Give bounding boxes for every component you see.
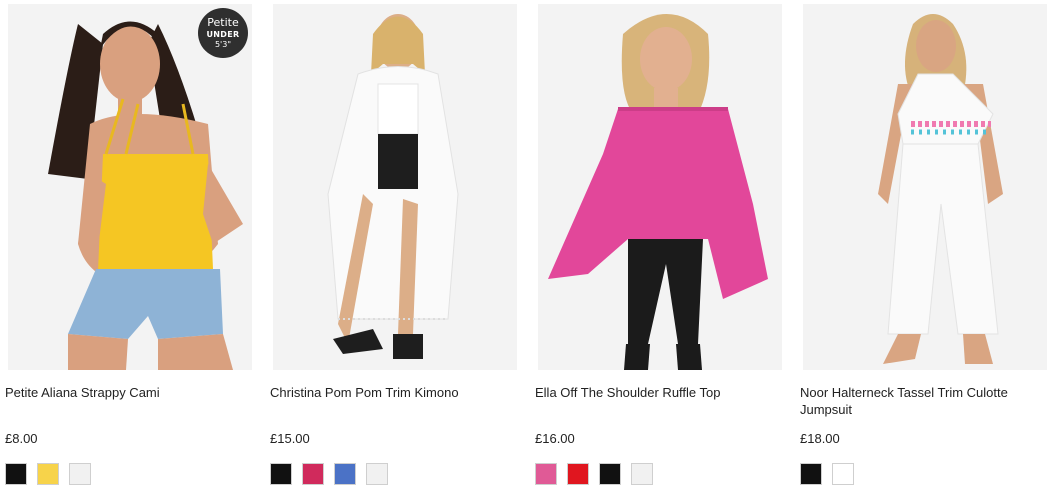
product-image[interactable] (273, 4, 517, 370)
product-image[interactable] (803, 4, 1047, 370)
color-swatch[interactable] (37, 463, 59, 485)
product-card: Christina Pom Pom Trim Kimono £15.00 (270, 0, 520, 492)
badge-text: 5'3" (214, 40, 232, 49)
product-price: £16.00 (535, 431, 575, 446)
model-photo-ruffle-top (538, 4, 782, 370)
color-swatches (5, 463, 101, 487)
petite-badge: Petite UNDER 5'3" (198, 8, 248, 58)
product-price: £8.00 (5, 431, 38, 446)
color-swatches (270, 463, 398, 487)
color-swatches (535, 463, 663, 487)
product-card: Petite UNDER 5'3" Petite Aliana Strappy … (5, 0, 255, 492)
product-name-link[interactable]: Petite Aliana Strappy Cami (5, 384, 250, 401)
color-swatch[interactable] (800, 463, 822, 485)
color-swatch[interactable] (302, 463, 324, 485)
color-swatches (800, 463, 864, 487)
color-swatch[interactable] (334, 463, 356, 485)
color-swatch[interactable] (567, 463, 589, 485)
product-grid: Petite UNDER 5'3" Petite Aliana Strappy … (0, 0, 1050, 492)
color-swatch[interactable] (366, 463, 388, 485)
color-swatch[interactable] (69, 463, 91, 485)
product-name-link[interactable]: Noor Halterneck Tassel Trim Culotte Jump… (800, 384, 1045, 418)
color-swatch[interactable] (270, 463, 292, 485)
model-photo-cami (8, 4, 252, 370)
color-swatch[interactable] (535, 463, 557, 485)
product-card: Ella Off The Shoulder Ruffle Top £16.00 (535, 0, 785, 492)
product-price: £15.00 (270, 431, 310, 446)
color-swatch[interactable] (5, 463, 27, 485)
product-image[interactable]: Petite UNDER 5'3" (8, 4, 252, 370)
model-photo-jumpsuit (803, 4, 1047, 370)
product-name-link[interactable]: Christina Pom Pom Trim Kimono (270, 384, 515, 401)
color-swatch[interactable] (599, 463, 621, 485)
badge-text: Petite (207, 16, 239, 29)
model-photo-kimono (273, 4, 517, 370)
color-swatch[interactable] (631, 463, 653, 485)
product-image[interactable] (538, 4, 782, 370)
product-price: £18.00 (800, 431, 840, 446)
color-swatch[interactable] (832, 463, 854, 485)
product-name-link[interactable]: Ella Off The Shoulder Ruffle Top (535, 384, 780, 401)
badge-text: UNDER (206, 30, 240, 39)
product-card: Noor Halterneck Tassel Trim Culotte Jump… (800, 0, 1050, 492)
